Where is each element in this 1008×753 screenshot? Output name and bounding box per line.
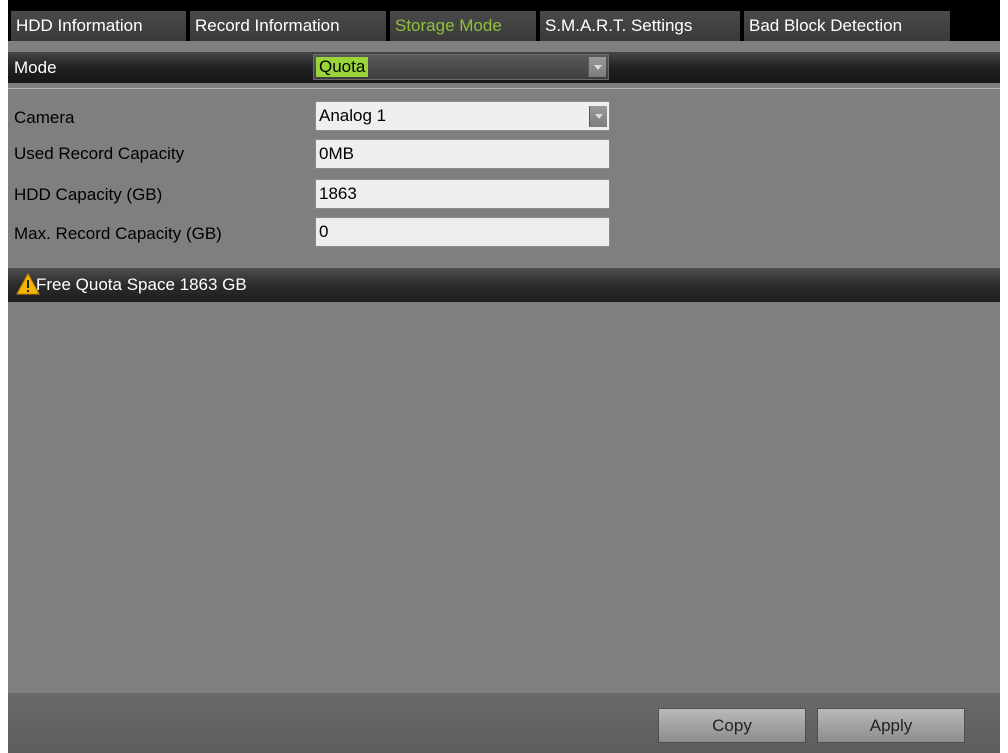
- tab-smart-settings[interactable]: S.M.A.R.T. Settings: [540, 11, 740, 41]
- divider: [8, 88, 1000, 89]
- copy-button[interactable]: Copy: [658, 708, 806, 743]
- chevron-down-icon[interactable]: [588, 57, 606, 77]
- chevron-down-icon[interactable]: [589, 106, 607, 127]
- tab-bad-block-detection[interactable]: Bad Block Detection: [744, 11, 950, 41]
- tab-record-information[interactable]: Record Information: [190, 11, 386, 41]
- mode-select[interactable]: Quota: [313, 54, 609, 80]
- hdd-capacity-label: HDD Capacity (GB): [14, 185, 163, 204]
- camera-value: Analog 1: [319, 106, 387, 125]
- footer-bar: Copy Apply: [8, 693, 1000, 753]
- max-record-capacity-label: Max. Record Capacity (GB): [14, 224, 222, 243]
- mode-label: Mode: [14, 58, 57, 77]
- storage-mode-panel: HDD Information Record Information Stora…: [8, 0, 1000, 753]
- used-record-capacity-field[interactable]: 0MB: [315, 139, 610, 169]
- max-record-capacity-field[interactable]: 0: [315, 217, 610, 247]
- tab-bar: HDD Information Record Information Stora…: [8, 0, 1000, 41]
- mode-selected-value: Quota: [316, 57, 369, 77]
- tab-hdd-information[interactable]: HDD Information: [11, 11, 186, 41]
- hdd-capacity-field[interactable]: 1863: [315, 179, 610, 209]
- mode-bar: Mode Quota: [8, 52, 1000, 83]
- used-record-capacity-label: Used Record Capacity: [14, 144, 185, 163]
- tab-storage-mode[interactable]: Storage Mode: [390, 11, 536, 41]
- camera-select[interactable]: Analog 1: [315, 101, 610, 131]
- free-quota-notice: Free Quota Space 1863 GB: [8, 268, 1000, 302]
- free-quota-text: Free Quota Space 1863 GB: [36, 275, 247, 294]
- apply-button[interactable]: Apply: [817, 708, 965, 743]
- camera-label: Camera: [14, 108, 75, 127]
